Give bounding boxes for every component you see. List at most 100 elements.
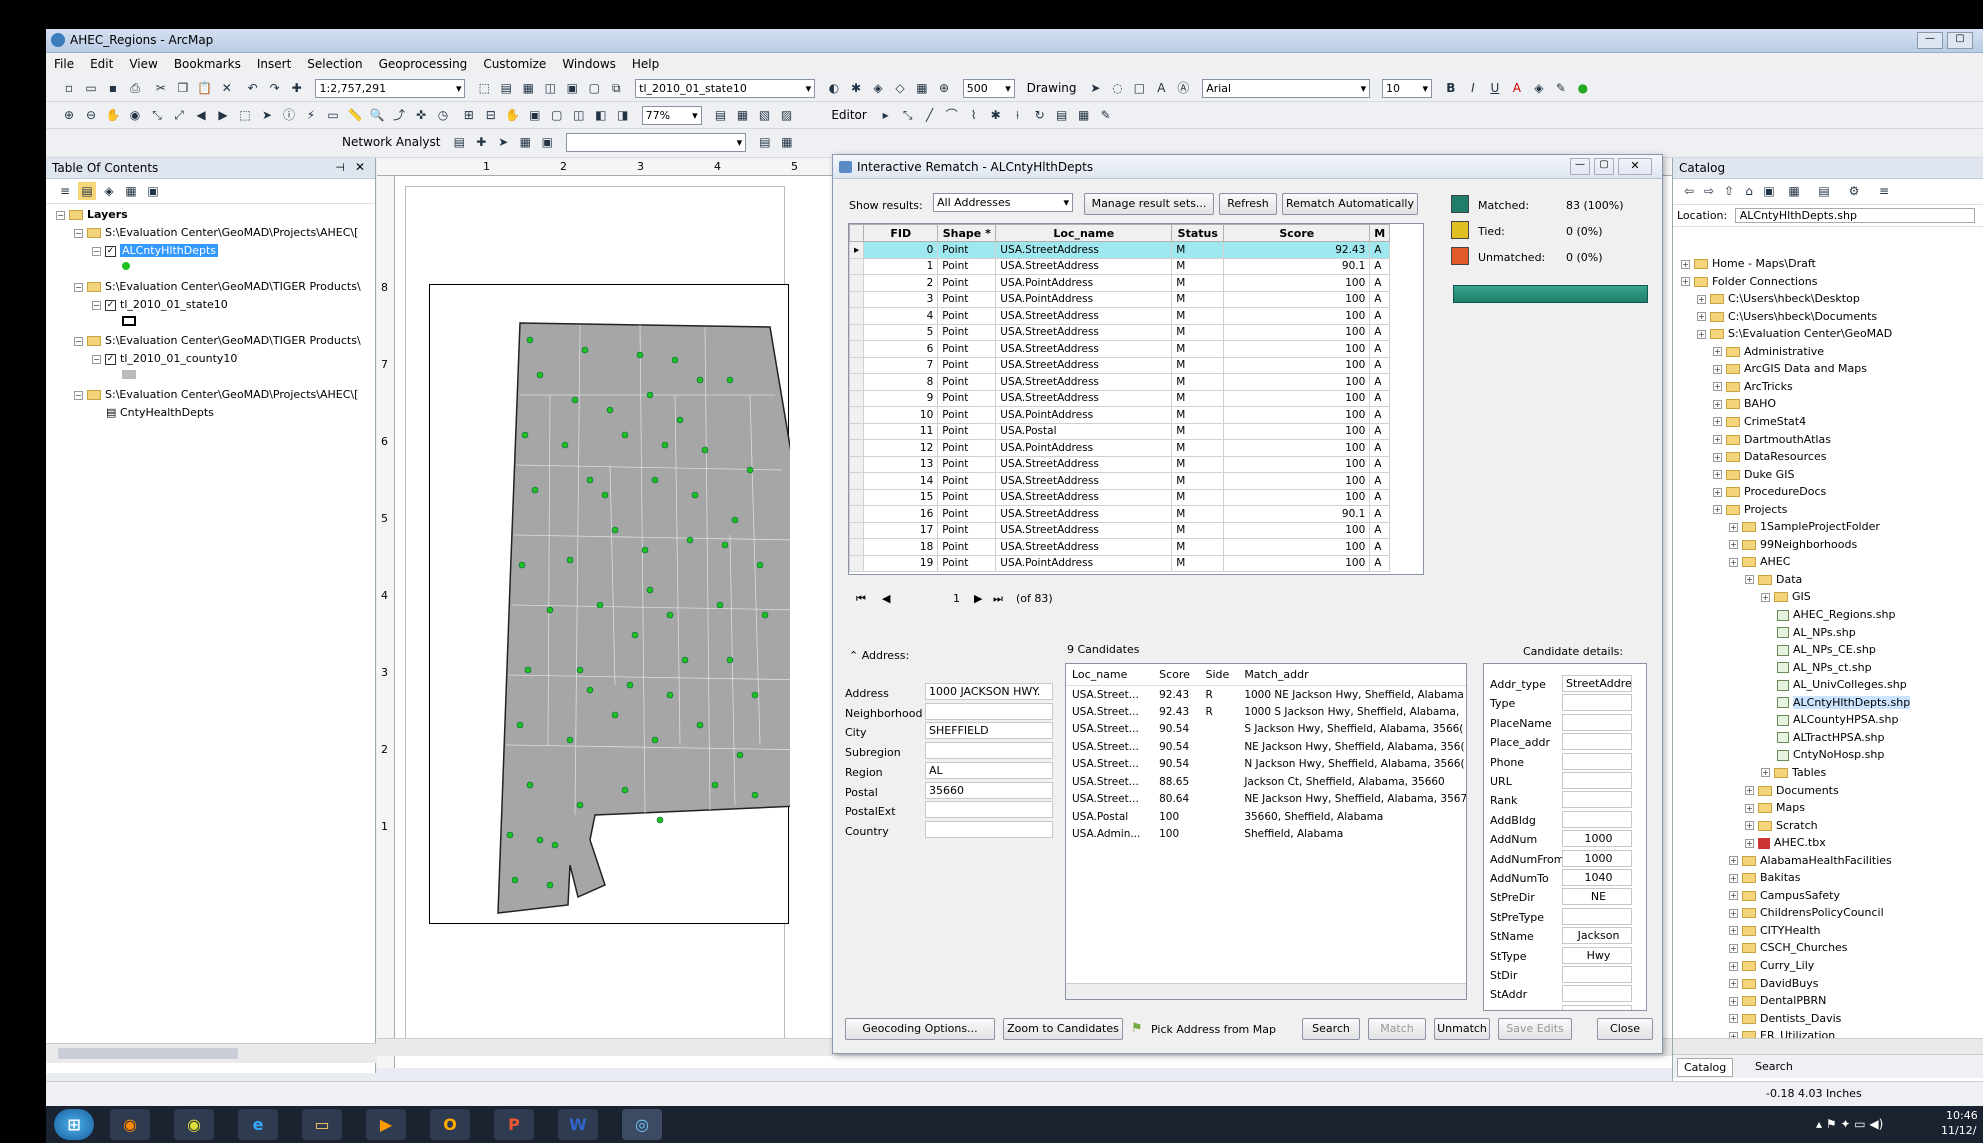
geocoding-options-button[interactable]: Geocoding Options... [845, 1018, 995, 1040]
health-dept-point[interactable] [726, 656, 734, 664]
health-dept-point[interactable] [701, 446, 709, 454]
catalog-item[interactable]: + Folder Connections [1681, 275, 1817, 288]
chrome-icon[interactable]: ◉ [174, 1109, 214, 1140]
table-row[interactable]: 3 Point USA.PointAddress M 100 A [849, 290, 1391, 308]
bold-icon[interactable]: B [1442, 79, 1460, 97]
table-row[interactable]: 5 Point USA.StreetAddress M 100 A [849, 323, 1391, 341]
minimize-button[interactable]: — [1917, 32, 1943, 49]
forward-icon[interactable]: ▶ [214, 106, 232, 124]
fixed-zoom-out-icon[interactable]: ⤢ [170, 106, 188, 124]
drawing-menu[interactable]: Drawing [1027, 79, 1077, 97]
tolerance-icon[interactable]: ⊕ [935, 79, 953, 97]
catalog-item[interactable]: + Tables [1761, 766, 1826, 779]
point-icon[interactable]: ✱ [987, 106, 1005, 124]
catalog-views-icon[interactable]: ▦ [1785, 182, 1803, 200]
health-dept-point[interactable] [631, 631, 639, 639]
catalog-item[interactable]: + CITYHealth [1729, 924, 1820, 937]
new-doc-icon[interactable]: ▫ [60, 79, 78, 97]
na-window-icon[interactable]: ▤ [450, 133, 468, 151]
layer-props-icon[interactable]: ◈ [869, 79, 887, 97]
candidate-row[interactable]: USA.Street... 92.43 R 1000 S Jackson Hwy, S… [1066, 703, 1466, 721]
html-popup-icon[interactable]: ▭ [324, 106, 342, 124]
zoom-to-candidates-button[interactable]: Zoom to Candidates [1003, 1018, 1123, 1040]
candidate-row[interactable]: USA.Street... 90.54 S Jackson Hwy, Sheffie… [1066, 721, 1466, 739]
expand-icon[interactable]: + [1745, 575, 1754, 585]
tab-search[interactable]: Search [1749, 1058, 1799, 1075]
health-dept-point[interactable] [601, 491, 609, 499]
row-selector[interactable] [849, 373, 865, 391]
catalog-item[interactable]: + CrimeStat4 [1713, 415, 1806, 428]
health-dept-point[interactable] [551, 841, 559, 849]
zoom-100-icon[interactable]: ▢ [548, 106, 566, 124]
catalog-item[interactable]: + AHEC.tbx [1745, 836, 1826, 849]
sketch-icon[interactable]: ✱ [847, 79, 865, 97]
visibility-checkbox[interactable]: ✓ [105, 245, 116, 257]
expand-icon[interactable]: + [1713, 417, 1722, 427]
health-dept-point[interactable] [651, 736, 659, 744]
sketch-properties-icon[interactable]: ▦ [1075, 106, 1093, 124]
manage-result-sets-button[interactable]: Manage result sets... [1084, 193, 1214, 215]
collapse-icon[interactable]: − [74, 228, 83, 238]
tolerance-input[interactable]: 500 [962, 79, 1015, 98]
table-row[interactable]: 14 Point USA.StreetAddress M 100 A [849, 472, 1391, 490]
health-dept-point[interactable] [621, 431, 629, 439]
font-color-icon[interactable]: A [1508, 79, 1526, 97]
toc-scroll-thumb[interactable] [58, 1048, 238, 1059]
toc-group[interactable]: − S:\Evaluation Center\GeoMAD\Projects\AH… [74, 388, 358, 401]
dialog-close-icon[interactable]: ✕ [1618, 158, 1652, 175]
table-row[interactable]: ▸ 0 Point USA.StreetAddress M 92.43 A [849, 241, 1391, 259]
catalog-connect-icon[interactable]: ▣ [1760, 182, 1778, 200]
health-dept-point[interactable] [666, 611, 674, 619]
health-dept-point[interactable] [621, 786, 629, 794]
health-dept-point[interactable] [641, 546, 649, 554]
catalog-item[interactable]: + DartmouthAtlas [1713, 433, 1831, 446]
health-dept-point[interactable] [536, 836, 544, 844]
row-selector[interactable] [849, 505, 865, 523]
row-selector[interactable] [849, 406, 865, 424]
text-icon[interactable]: A [1152, 79, 1170, 97]
catalog-item[interactable]: + ChildrensPolicyCouncil [1729, 906, 1884, 919]
expand-icon[interactable]: + [1745, 838, 1754, 848]
catalog-forward-icon[interactable]: ⇨ [1700, 182, 1718, 200]
candidate-row[interactable]: USA.Street... 80.64 NE Jackson Hwy, Sheffi… [1066, 791, 1466, 809]
catalog-item[interactable]: AL_NPs_CE.shp [1777, 643, 1876, 656]
collapse-icon[interactable]: − [92, 246, 101, 256]
zoom-whole-page-icon[interactable]: ▣ [526, 106, 544, 124]
trace-icon[interactable]: ⌇ [965, 106, 983, 124]
health-dept-point[interactable] [721, 541, 729, 549]
health-dept-point[interactable] [561, 441, 569, 449]
catalog-new-folder-icon[interactable]: ▤ [1815, 182, 1833, 200]
straight-segment-icon[interactable]: ╱ [921, 106, 939, 124]
list-by-drawing-order-icon[interactable]: ≡ [56, 182, 74, 200]
start-button[interactable]: ⊞ [54, 1109, 94, 1140]
grid-icon[interactable]: ▦ [913, 79, 931, 97]
catalog-item[interactable]: + CSCH_Churches [1729, 941, 1848, 954]
column-header[interactable]: M [1369, 224, 1391, 242]
health-dept-point[interactable] [756, 561, 764, 569]
row-selector[interactable] [849, 274, 865, 292]
catalog-toggle-tree-icon[interactable]: ≡ [1875, 182, 1893, 200]
row-selector[interactable] [849, 307, 865, 325]
catalog-item[interactable]: + AHEC [1729, 555, 1790, 568]
catalog-item[interactable]: + DavidBuys [1729, 977, 1819, 990]
expand-icon[interactable]: + [1729, 1014, 1738, 1024]
table-row[interactable]: 4 Point USA.StreetAddress M 100 A [849, 307, 1391, 325]
health-dept-point[interactable] [716, 601, 724, 609]
arctoolbox-icon[interactable]: ▣ [563, 79, 581, 97]
expand-icon[interactable]: + [1713, 487, 1722, 497]
column-header[interactable]: FID [863, 224, 939, 242]
layers-root[interactable]: − Layers [56, 208, 128, 221]
toc-layer[interactable]: − ✓ tl_2010_01_state10 [92, 298, 228, 311]
health-dept-point[interactable] [686, 536, 694, 544]
menu-geoprocessing[interactable]: Geoprocessing [371, 53, 476, 75]
health-dept-point[interactable] [546, 606, 554, 614]
candidate-row[interactable]: USA.Street... 92.43 R 1000 NE Jackson Hwy, … [1066, 686, 1466, 704]
redo-icon[interactable]: ↷ [266, 79, 284, 97]
catalog-item[interactable]: + Duke GIS [1713, 468, 1794, 481]
table-row[interactable]: 6 Point USA.StreetAddress M 100 A [849, 340, 1391, 358]
record-number[interactable]: 1 [953, 592, 960, 605]
select-move-location-icon[interactable]: ➤ [494, 133, 512, 151]
catalog-item[interactable]: + DentalPBRN [1729, 994, 1826, 1007]
address-field-input[interactable] [925, 801, 1053, 819]
ie-icon[interactable]: e [238, 1109, 278, 1140]
